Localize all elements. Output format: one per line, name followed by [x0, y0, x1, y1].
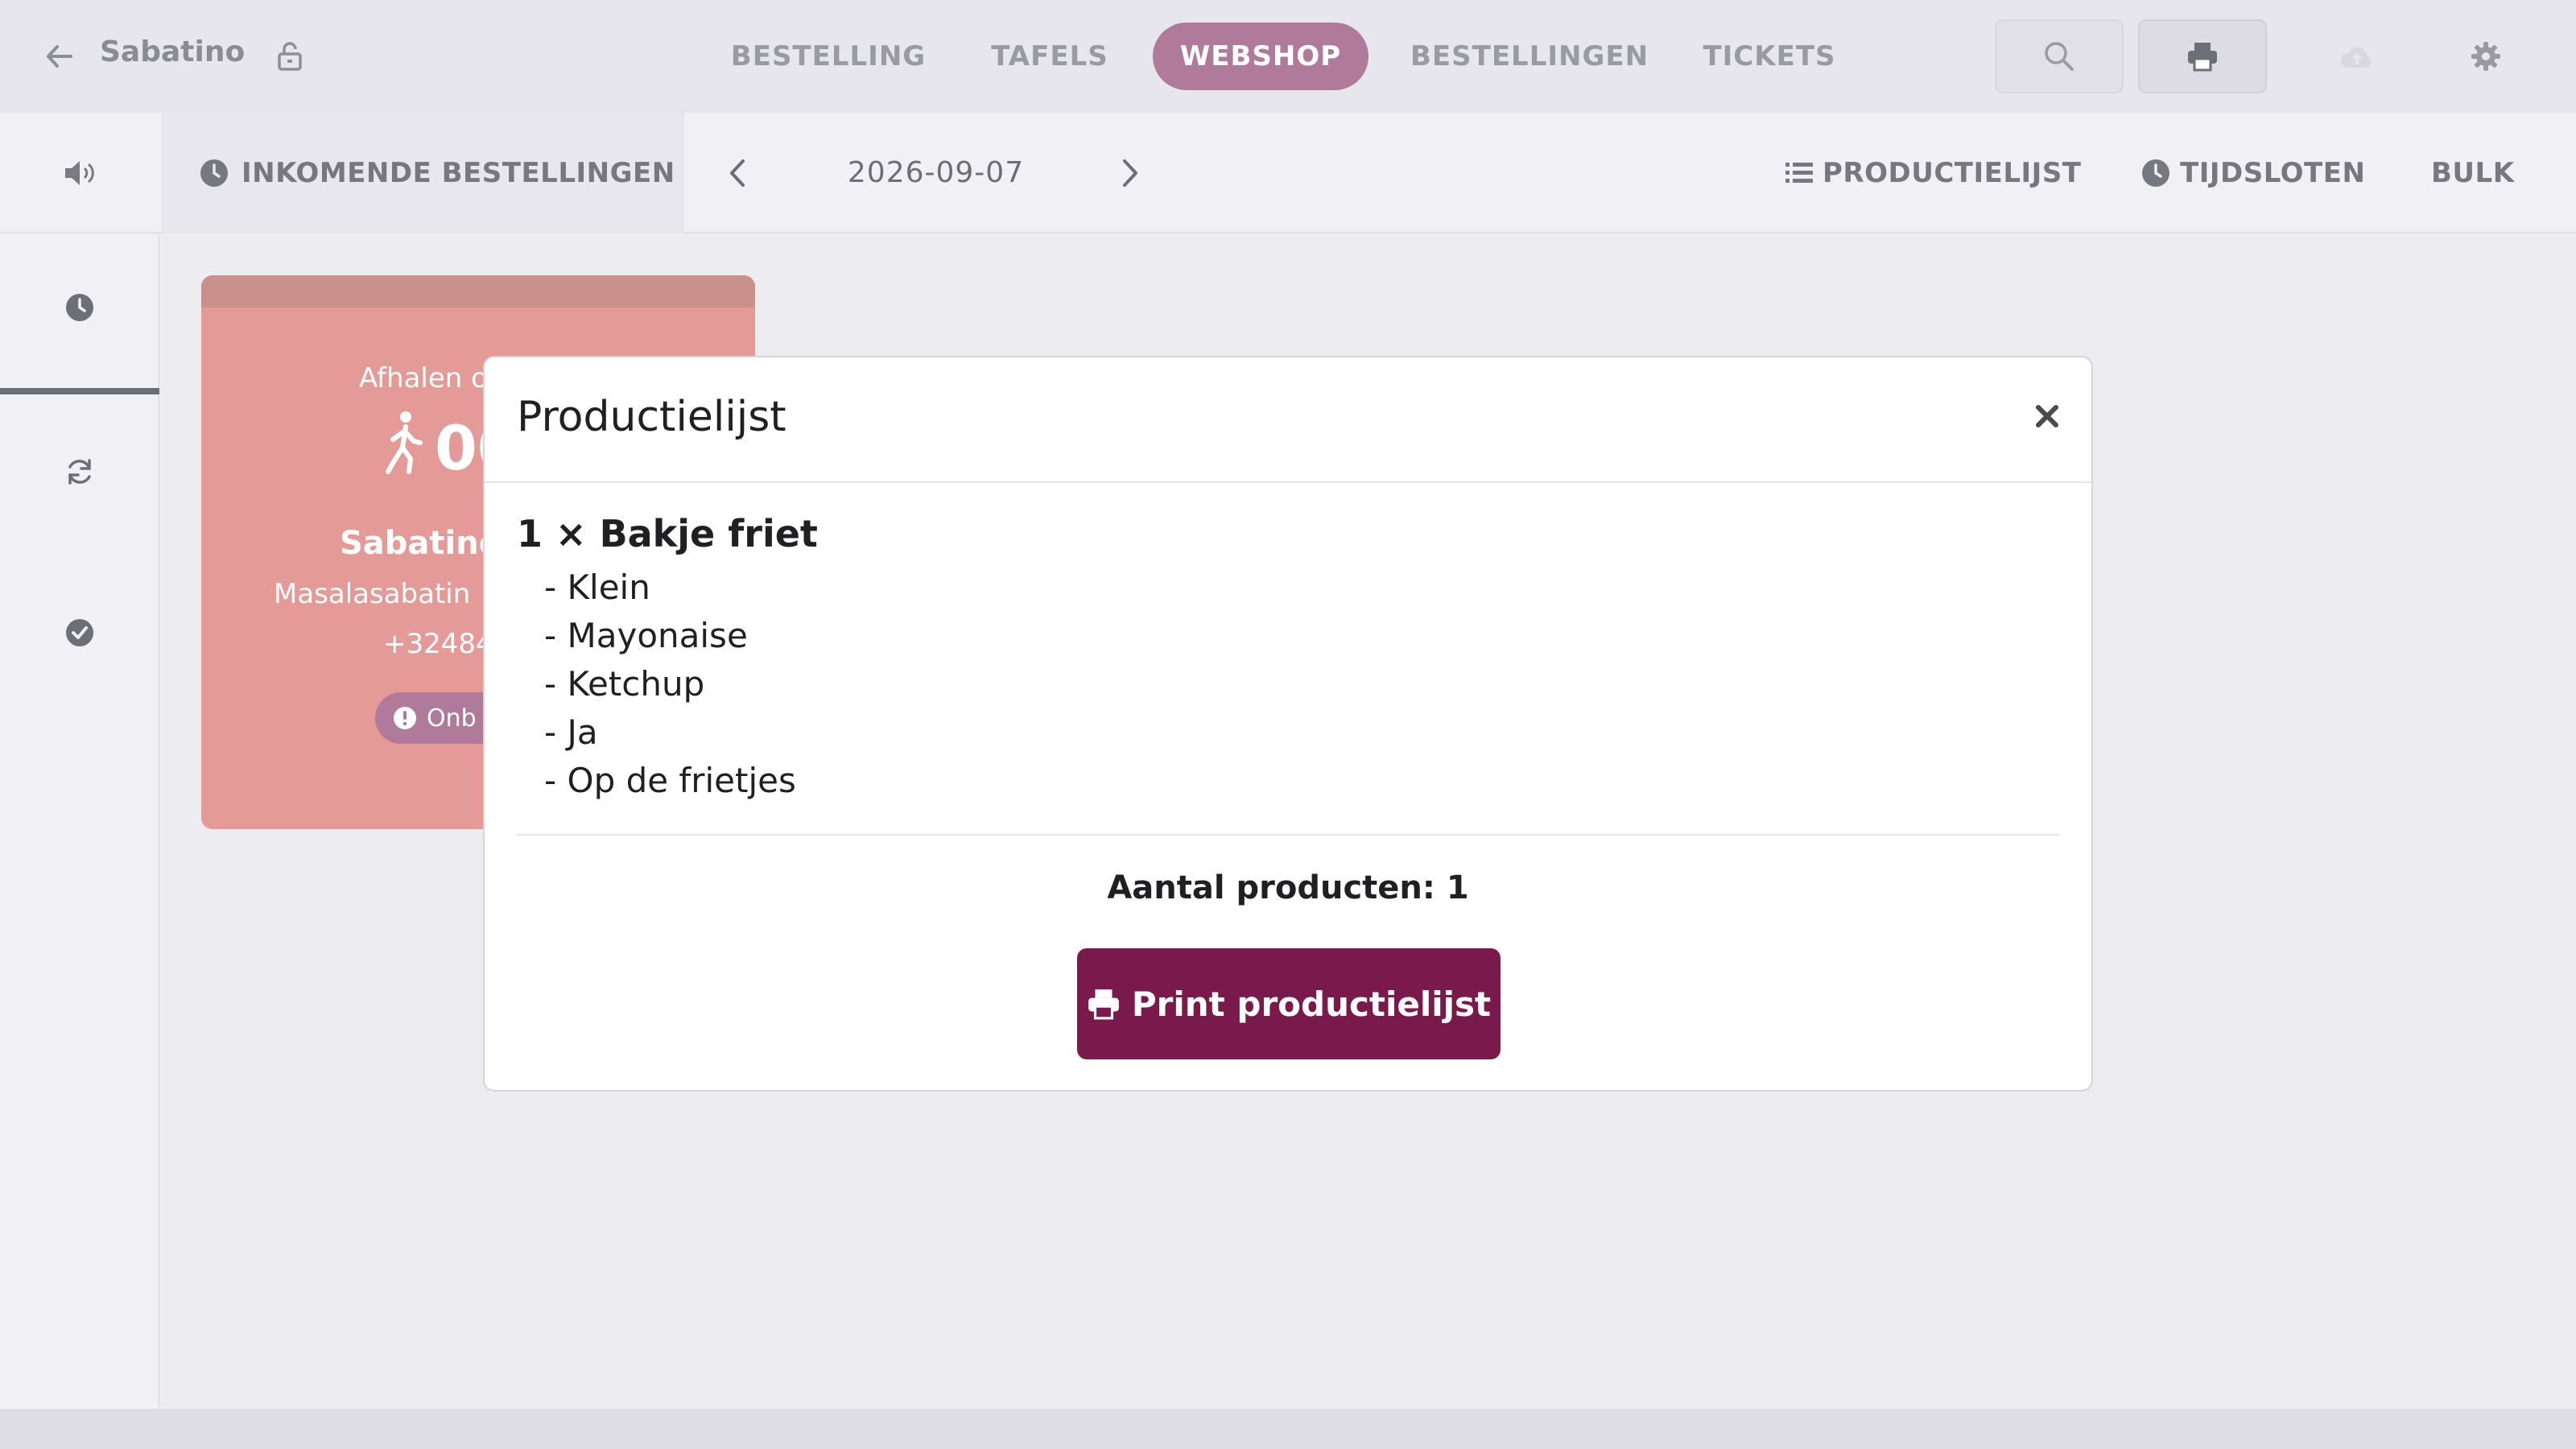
status-rail [0, 235, 159, 1409]
print-button[interactable] [2138, 19, 2267, 93]
productlist-button[interactable]: PRODUCTIELIJST [1785, 113, 2082, 233]
walking-person-icon [386, 411, 423, 474]
productlist-label: PRODUCTIELIJST [1823, 157, 2082, 189]
option-item: - Mayonaise [544, 616, 748, 655]
modal-title: Productielijst [517, 393, 786, 441]
settings-button[interactable] [2429, 19, 2542, 93]
search-button[interactable] [1995, 19, 2124, 93]
list-icon [1785, 163, 1813, 183]
product-options: - Klein - Mayonaise - Ketchup - Ja - Op … [544, 564, 796, 805]
print-productlist-label: Print productielijst [1131, 984, 1492, 1024]
product-line: 1 × Bakje friet [517, 512, 818, 555]
option-item: - Klein [544, 568, 650, 607]
refresh-icon [68, 459, 91, 485]
gear-icon [2471, 42, 2500, 71]
option-item: - Op de frietjes [544, 761, 796, 800]
rail-item-pending[interactable] [0, 227, 159, 388]
product-count: Aantal producten: 1 [1107, 869, 1469, 906]
tab-bestellingen[interactable]: BESTELLINGEN [1410, 23, 1648, 90]
sound-toggle[interactable] [0, 113, 161, 233]
clock-icon [200, 159, 228, 187]
productlist-modal: Productielijst 1 × Bakje friet - Klein -… [483, 356, 2093, 1092]
bottom-strip [0, 1409, 2576, 1449]
top-bar: Sabatino BESTELLING TAFELS WEBSHOP BESTE… [0, 0, 2576, 113]
option-item: - Ketchup [544, 664, 705, 704]
modal-close-button[interactable] [2025, 394, 2069, 438]
chevron-left-icon [730, 159, 745, 187]
volume-icon [65, 161, 94, 185]
tab-tafels[interactable]: TAFELS [977, 23, 1122, 90]
cloud-upload-icon [2341, 47, 2372, 68]
tab-bestelling[interactable]: BESTELLING [728, 23, 929, 90]
sync-button[interactable] [2301, 19, 2413, 93]
printer-icon [1088, 989, 1119, 1020]
date-display[interactable]: 2026-09-07 [805, 113, 1067, 233]
rail-item-in-progress[interactable] [0, 391, 159, 552]
bulk-button[interactable]: BULK [2431, 113, 2515, 233]
modal-divider [517, 834, 2059, 836]
previous-date-button[interactable] [718, 154, 757, 192]
order-card-header [201, 275, 755, 308]
print-productlist-button[interactable]: Print productielijst [1077, 948, 1501, 1059]
alert-circle-icon [394, 707, 416, 729]
status-badge-label: Onb [427, 704, 477, 733]
rail-item-completed[interactable] [0, 552, 159, 713]
tab-webshop[interactable]: WEBSHOP [1153, 23, 1368, 90]
check-circle-icon [66, 619, 93, 646]
timeslots-label: TIJDSLOTEN [2180, 157, 2366, 189]
customer-phone: +32484 [383, 628, 493, 660]
next-date-button[interactable] [1111, 154, 1150, 192]
printer-icon [2188, 43, 2217, 72]
search-icon [2045, 42, 2074, 71]
tab-tickets[interactable]: TICKETS [1695, 23, 1843, 90]
incoming-orders-tab[interactable]: INKOMENDE BESTELLINGEN [161, 113, 684, 233]
timeslots-button[interactable]: TIJDSLOTEN [2141, 113, 2365, 233]
modal-header: Productielijst [485, 357, 2091, 483]
pickup-label: Afhalen o [359, 362, 488, 394]
sub-toolbar: INKOMENDE BESTELLINGEN 2026-09-07 PRODUC… [0, 113, 2576, 233]
incoming-orders-label: INKOMENDE BESTELLINGEN [242, 157, 675, 189]
option-item: - Ja [544, 712, 598, 752]
customer-email: Masalasabatin [274, 578, 471, 610]
clock-icon [66, 294, 93, 321]
chevron-right-icon [1123, 159, 1137, 187]
close-icon [2036, 405, 2058, 427]
customer-name: Sabatino [340, 525, 502, 562]
clock-icon [2142, 159, 2169, 187]
